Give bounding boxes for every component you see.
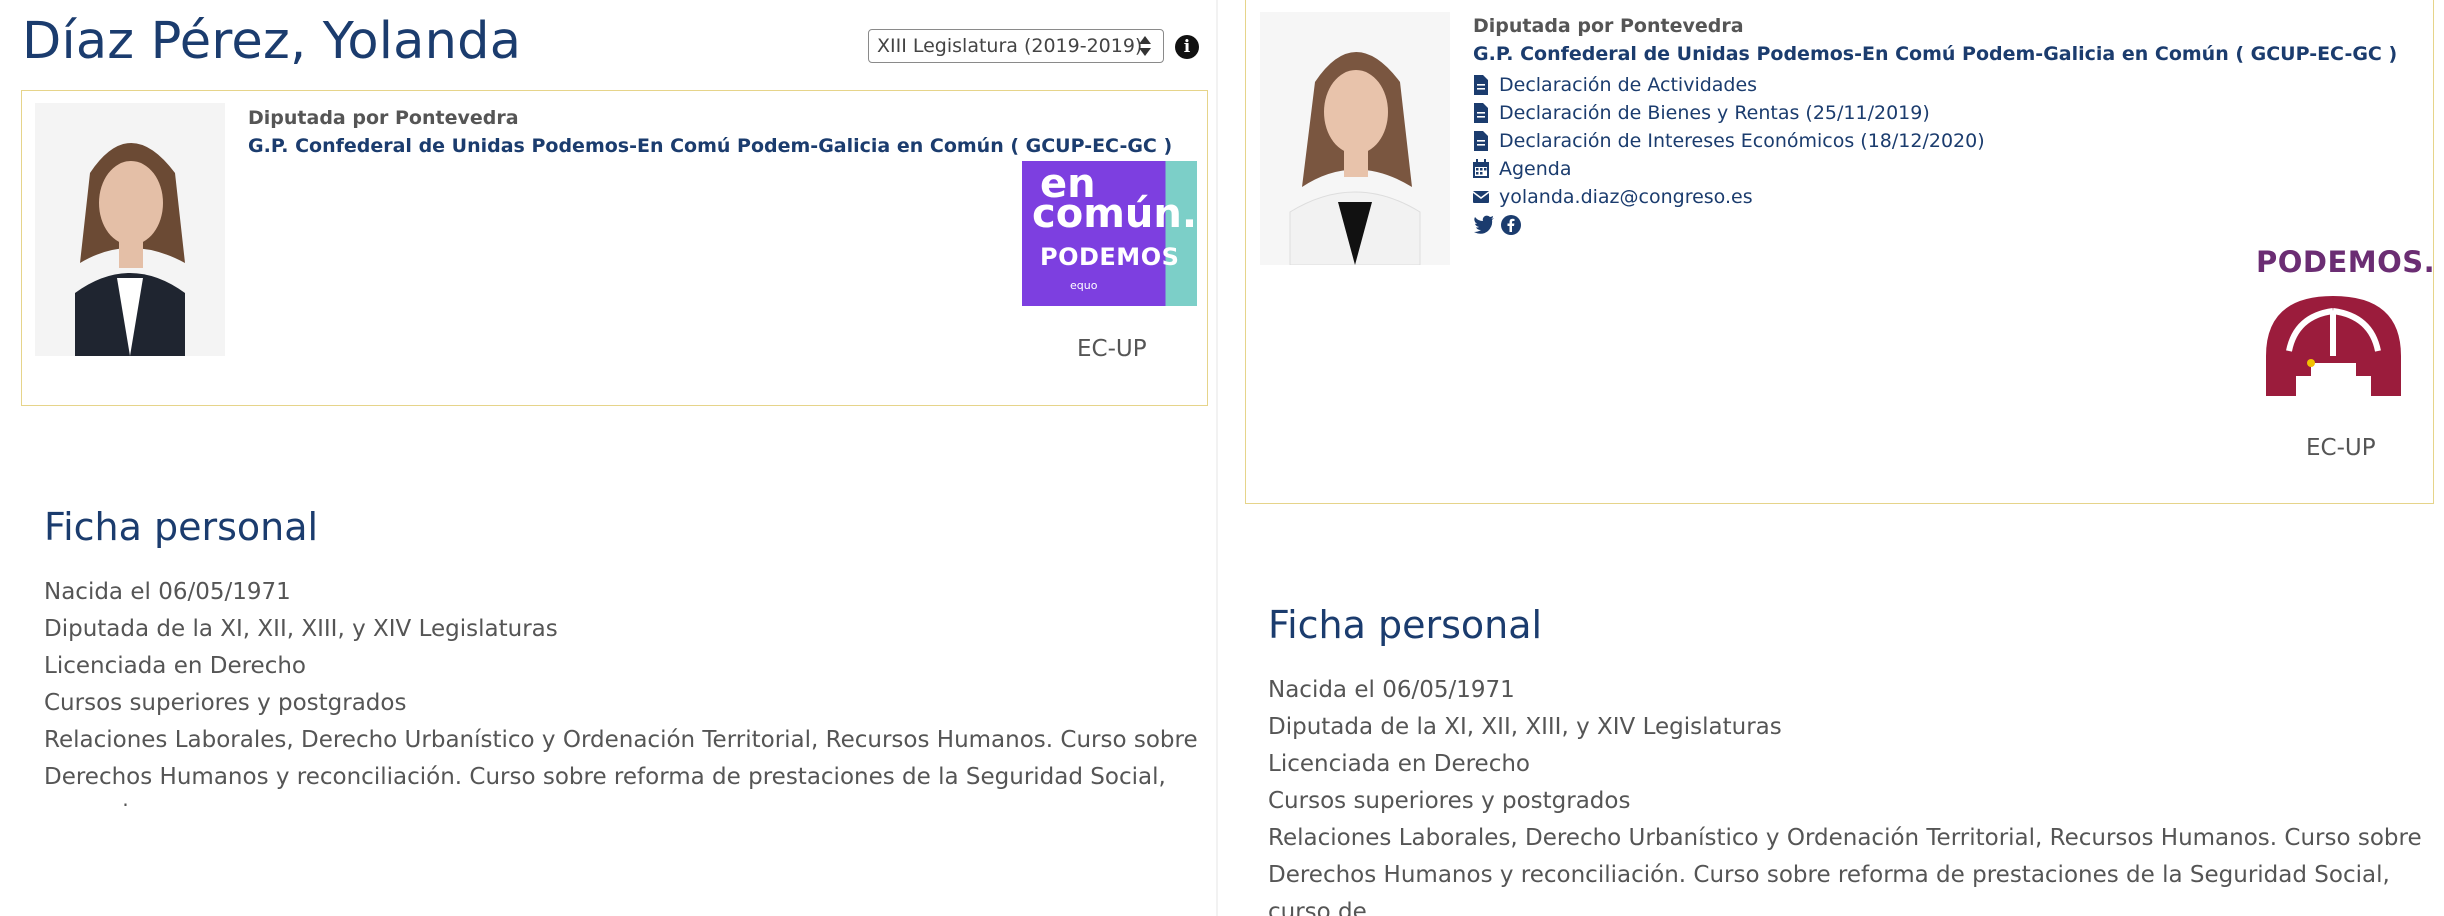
facebook-icon[interactable]	[1501, 215, 1521, 235]
party-acronym: EC-UP	[2306, 435, 2376, 461]
bio-line: Cursos superiores y postgrados	[44, 690, 407, 716]
bio-line: Relaciones Laborales, Derecho Urbanístic…	[1268, 825, 2422, 851]
ficha-personal-title: Ficha personal	[1268, 603, 1543, 647]
bio-line: Relaciones Laborales, Derecho Urbanístic…	[44, 727, 1198, 753]
parliamentary-group-link[interactable]: G.P. Confederal de Unidas Podemos-En Com…	[248, 135, 1172, 157]
bio-line: Cursos superiores y postgrados	[1268, 788, 1631, 814]
link-label: Declaración de Intereses Económicos (18/…	[1499, 130, 1985, 152]
calendar-icon	[1473, 159, 1489, 178]
link-label: Declaración de Bienes y Rentas (25/11/20…	[1499, 102, 1930, 124]
legislature-select[interactable]: XIII Legislatura (2019-2019)	[868, 29, 1164, 63]
bio-line: Nacida el 06/05/1971	[1268, 677, 1515, 703]
bio-line: Nacida el 06/05/1971	[44, 579, 291, 605]
file-icon	[1474, 75, 1488, 95]
link-declaracion-bienes[interactable]: Declaración de Bienes y Rentas (25/11/20…	[1473, 99, 1985, 127]
link-declaracion-actividades[interactable]: Declaración de Actividades	[1473, 71, 1985, 99]
logo-line-equo: equo	[1070, 279, 1098, 292]
link-declaracion-intereses[interactable]: Declaración de Intereses Económicos (18/…	[1473, 127, 1985, 155]
bio-line: Diputada de la XI, XII, XIII, y XIV Legi…	[44, 616, 558, 642]
encomun-podemos-logo: en común. PODEMOS equo	[1022, 161, 1197, 306]
party-acronym: EC-UP	[1077, 336, 1147, 362]
deputy-card: Diputada por Pontevedra G.P. Confederal …	[21, 90, 1208, 406]
parliamentary-group-link[interactable]: G.P. Confederal de Unidas Podemos-En Com…	[1473, 43, 2397, 65]
declarations-list: Declaración de Actividades Declaración d…	[1473, 71, 1985, 235]
info-icon[interactable]: i	[1175, 35, 1199, 59]
social-links	[1473, 215, 1985, 235]
link-label: yolanda.diaz@congreso.es	[1499, 186, 1753, 208]
ficha-personal-content: Nacida el 06/05/1971 Diputada de la XI, …	[44, 574, 1204, 806]
deputy-card-expanded: Diputada por Pontevedra G.P. Confederal …	[1245, 0, 2436, 504]
legislature-select-value: XIII Legislatura (2019-2019)	[877, 35, 1143, 57]
left-pane: Díaz Pérez, Yolanda XIII Legislatura (20…	[0, 0, 1215, 916]
podemos-logo-text: PODEMOS.	[2256, 245, 2436, 279]
file-icon	[1474, 131, 1488, 151]
right-pane: Diputada por Pontevedra G.P. Confederal …	[1218, 0, 2444, 916]
bio-line: Derechos Humanos y reconciliación. Curso…	[1268, 862, 2390, 916]
link-label: Declaración de Actividades	[1499, 74, 1758, 96]
deputy-photo	[35, 103, 225, 356]
logo-line-comun: común.	[1032, 191, 1197, 237]
link-email[interactable]: yolanda.diaz@congreso.es	[1473, 183, 1985, 211]
bio-line: Licenciada en Derecho	[1268, 751, 1531, 777]
deputy-name: Díaz Pérez, Yolanda	[22, 12, 522, 71]
bio-line: Licenciada en Derecho	[44, 653, 307, 679]
podemos-logo-emblem	[2266, 296, 2401, 396]
logo-line-podemos: PODEMOS	[1040, 243, 1180, 271]
ficha-personal-title: Ficha personal	[44, 505, 319, 549]
constituency-label: Diputada por Pontevedra	[248, 107, 519, 129]
link-agenda[interactable]: Agenda	[1473, 155, 1985, 183]
ficha-personal-content: Nacida el 06/05/1971 Diputada de la XI, …	[1268, 672, 2438, 916]
deputy-photo	[1260, 12, 1450, 265]
bio-line: Diputada de la XI, XII, XIII, y XIV Legi…	[1268, 714, 1782, 740]
file-icon	[1474, 103, 1488, 123]
twitter-icon[interactable]	[1473, 215, 1495, 235]
envelope-icon	[1473, 191, 1489, 203]
link-label: Agenda	[1499, 158, 1572, 180]
select-arrows-icon	[1139, 34, 1151, 58]
constituency-label: Diputada por Pontevedra	[1473, 15, 1744, 37]
bio-line: Derechos Humanos y reconciliación. Curso…	[44, 764, 1166, 806]
